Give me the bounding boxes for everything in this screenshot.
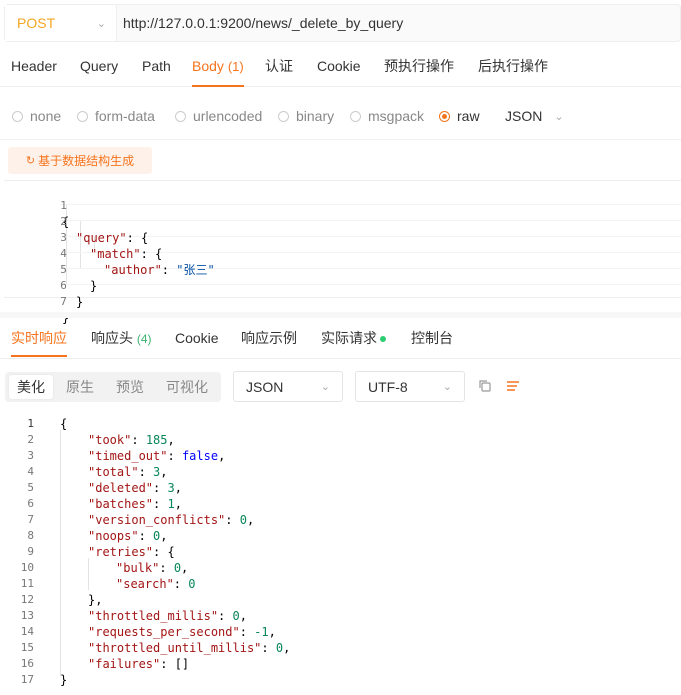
response-tabs: 实时响应 响应头 (4) Cookie 响应示例 实际请求 控制台 <box>0 320 681 359</box>
radio-form-data[interactable]: form-data <box>77 98 155 134</box>
refresh-icon: ↻ <box>25 155 36 167</box>
status-dot <box>380 336 386 343</box>
url-bar-container: POST ⌄ http://127.0.0.1:9200/news/_delet… <box>4 4 681 42</box>
tab-live-response[interactable]: 实时响应 <box>11 320 67 357</box>
radio-raw[interactable]: raw <box>439 98 480 134</box>
radio-msgpack[interactable]: msgpack <box>350 98 424 134</box>
format-icon[interactable] <box>505 378 521 394</box>
radio-urlencoded[interactable]: urlencoded <box>175 98 262 134</box>
code-line: 2 "query": { <box>60 215 149 245</box>
tab-pre-script[interactable]: 预执行操作 <box>384 46 454 86</box>
generate-from-schema-button[interactable]: ↻ 基于数据结构生成 <box>8 147 152 174</box>
section-divider <box>0 312 681 318</box>
request-body-editor[interactable]: 1 { 2 "query": { 3 "match": { 4 "author"… <box>4 180 681 325</box>
tab-console[interactable]: 控制台 <box>411 320 453 356</box>
request-tabs: Header Query Path Body (1) 认证 Cookie 预执行… <box>0 46 681 87</box>
tab-body[interactable]: Body (1) <box>192 46 244 87</box>
code-line: 6 } <box>60 279 84 309</box>
body-format-label: JSON <box>505 108 543 124</box>
tab-header[interactable]: Header <box>11 46 57 86</box>
view-visualize[interactable]: 可视化 <box>157 375 217 399</box>
tab-post-script[interactable]: 后执行操作 <box>478 46 548 86</box>
tab-query[interactable]: Query <box>80 46 118 86</box>
divider <box>0 139 681 140</box>
view-beautify[interactable]: 美化 <box>9 375 53 399</box>
tab-response-cookie[interactable]: Cookie <box>175 320 219 356</box>
chevron-down-icon: ⌄ <box>320 381 330 393</box>
tab-cookie[interactable]: Cookie <box>317 46 361 86</box>
radio-binary[interactable]: binary <box>278 98 334 134</box>
body-type-group: none form-data urlencoded binary msgpack… <box>0 98 681 134</box>
method-select[interactable]: POST ⌄ <box>5 5 117 41</box>
tab-response-example[interactable]: 响应示例 <box>241 320 297 356</box>
tab-response-headers[interactable]: 响应头 (4) <box>91 320 152 356</box>
encoding-select[interactable]: UTF-8 ⌄ <box>355 371 465 402</box>
code-line: 4 "author": "张三" <box>60 247 215 277</box>
body-format-select[interactable]: JSON ⌄ <box>505 98 564 134</box>
chevron-down-icon: ⌄ <box>442 381 452 393</box>
view-preview[interactable]: 预览 <box>107 375 153 399</box>
url-input[interactable]: http://127.0.0.1:9200/news/_delete_by_qu… <box>123 5 403 41</box>
method-label: POST <box>17 15 56 31</box>
request-bar: POST ⌄ http://127.0.0.1:9200/news/_delet… <box>0 0 681 46</box>
response-format-select[interactable]: JSON ⌄ <box>233 371 343 402</box>
chevron-down-icon: ⌄ <box>96 17 106 30</box>
code-line: 3 "match": { <box>60 231 163 261</box>
copy-icon[interactable] <box>477 378 493 394</box>
view-mode-switch: 美化 原生 预览 可视化 <box>5 372 221 402</box>
tab-auth[interactable]: 认证 <box>265 46 293 86</box>
chevron-down-icon: ⌄ <box>554 110 564 123</box>
code-line: 1 { <box>60 199 70 229</box>
response-body-viewer[interactable]: 1{ 2 "took": 185, 3 "timed_out": false, 4 "… <box>0 414 681 695</box>
tab-actual-request[interactable]: 实际请求 <box>321 320 386 356</box>
view-raw[interactable]: 原生 <box>57 375 103 399</box>
tab-path[interactable]: Path <box>142 46 171 86</box>
code-line: 5 } <box>60 263 98 293</box>
radio-none[interactable]: none <box>12 98 61 134</box>
code-line: 7 } <box>60 295 70 325</box>
